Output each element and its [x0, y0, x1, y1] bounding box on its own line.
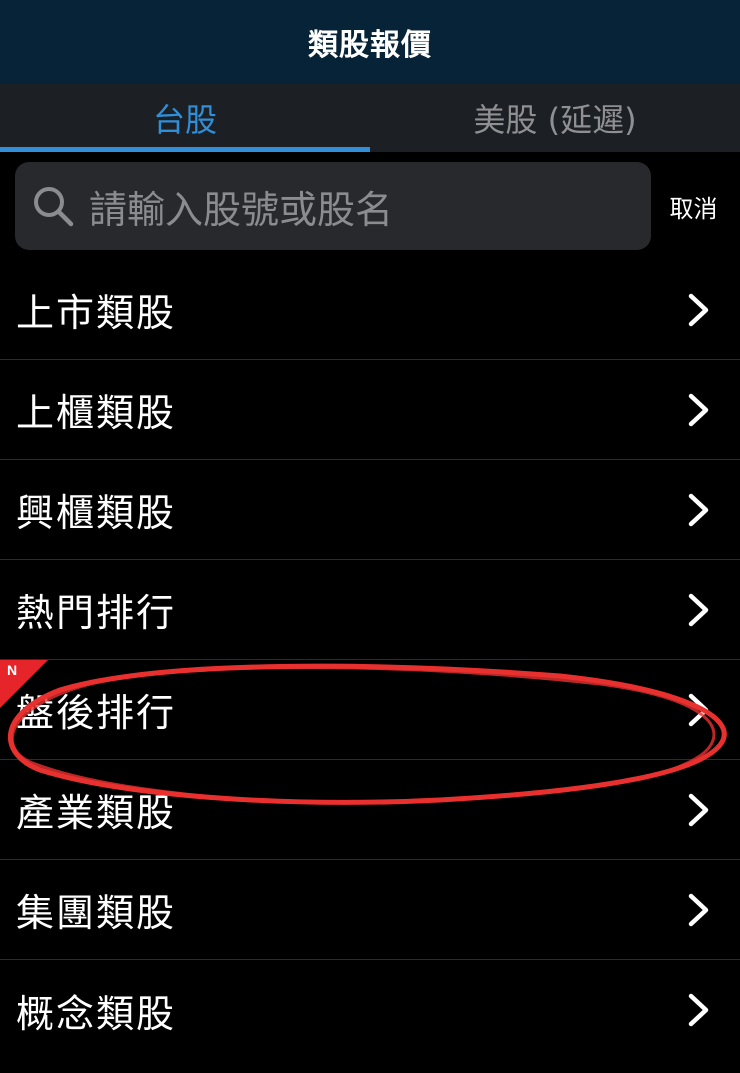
list-item-label: 集團類股: [16, 891, 177, 935]
market-tabs: 台股 美股 (延遲): [0, 84, 740, 152]
list-item-label: 上櫃類股: [16, 391, 177, 435]
list-item-otc-stocks[interactable]: 上櫃類股: [0, 360, 740, 460]
chevron-right-icon: [688, 593, 709, 626]
list-item-emerging-stocks[interactable]: 興櫃類股: [0, 460, 740, 560]
header-bar: 類股報價: [0, 0, 740, 84]
list-item-label: 產業類股: [16, 791, 177, 835]
new-badge-label: N: [7, 662, 18, 678]
list-item-hot-ranking[interactable]: 熱門排行: [0, 560, 740, 660]
chevron-right-icon: [688, 293, 709, 326]
search-icon: [31, 184, 75, 228]
list-item-after-hours-ranking[interactable]: N 盤後排行: [0, 660, 740, 760]
chevron-right-icon: [688, 493, 709, 526]
app-screen: 類股報價 台股 美股 (延遲) 請輸入股號或股名 取消 上市類股 上櫃類股 興櫃: [0, 0, 740, 1073]
page-title: 類股報價: [308, 28, 432, 63]
category-list: 上市類股 上櫃類股 興櫃類股 熱門排行 N 盤後排行 產業類股 集團類股 概念類…: [0, 260, 740, 1060]
chevron-right-icon: [688, 793, 709, 826]
list-item-group-stocks[interactable]: 集團類股: [0, 860, 740, 960]
chevron-right-icon: [688, 893, 709, 926]
chevron-right-icon: [688, 693, 709, 726]
search-row: 請輸入股號或股名 取消: [0, 152, 740, 260]
chevron-right-icon: [688, 993, 709, 1027]
list-item-label: 概念類股: [16, 991, 177, 1036]
cancel-button[interactable]: 取消: [651, 189, 740, 224]
list-item-industry-stocks[interactable]: 產業類股: [0, 760, 740, 860]
list-item-label: 上市類股: [16, 291, 177, 335]
tab-us-stocks-delayed[interactable]: 美股 (延遲): [370, 84, 740, 152]
tab-taiwan-stocks[interactable]: 台股: [0, 84, 370, 152]
search-placeholder: 請輸入股號或股名: [89, 187, 394, 232]
search-input[interactable]: 請輸入股號或股名: [15, 162, 651, 250]
list-item-concept-stocks[interactable]: 概念類股: [0, 960, 740, 1060]
list-item-label: 熱門排行: [16, 591, 177, 635]
chevron-right-icon: [688, 393, 709, 426]
list-item-label: 興櫃類股: [16, 491, 177, 535]
list-item-listed-stocks[interactable]: 上市類股: [0, 260, 740, 360]
